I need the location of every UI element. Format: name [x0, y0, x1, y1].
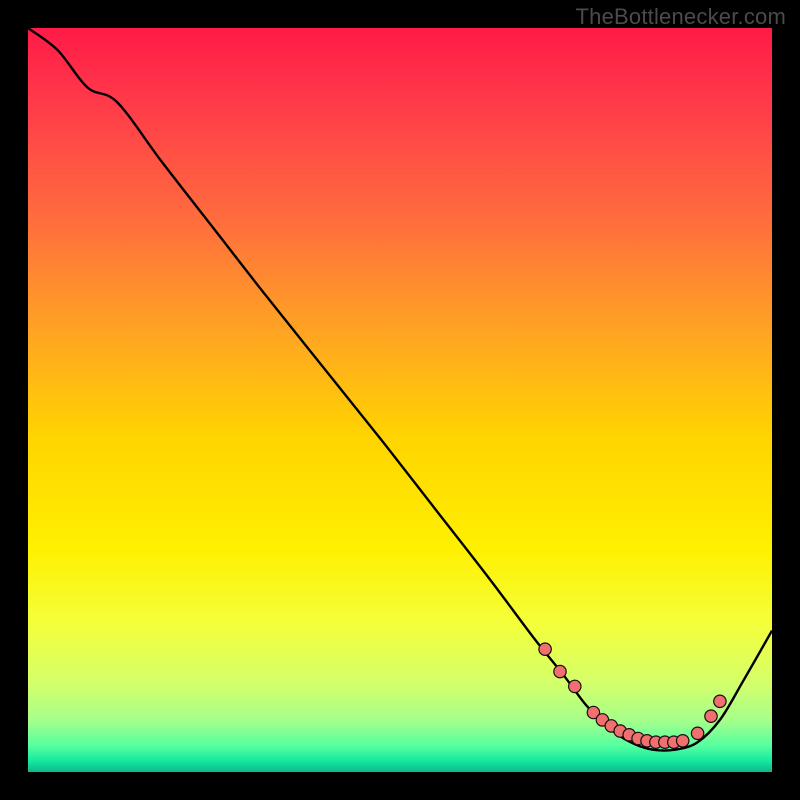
bottleneck-chart [28, 28, 772, 772]
watermark-text: TheBottlenecker.com [576, 4, 786, 30]
highlight-dot [569, 680, 581, 692]
gradient-background [28, 28, 772, 772]
chart-frame: TheBottlenecker.com [0, 0, 800, 800]
highlight-dot [554, 665, 566, 677]
highlight-dot [714, 695, 726, 707]
highlight-dot [539, 643, 551, 655]
highlight-dot [677, 735, 689, 747]
highlight-dot [691, 727, 703, 739]
highlight-dot [705, 710, 717, 722]
plot-area [28, 28, 772, 772]
